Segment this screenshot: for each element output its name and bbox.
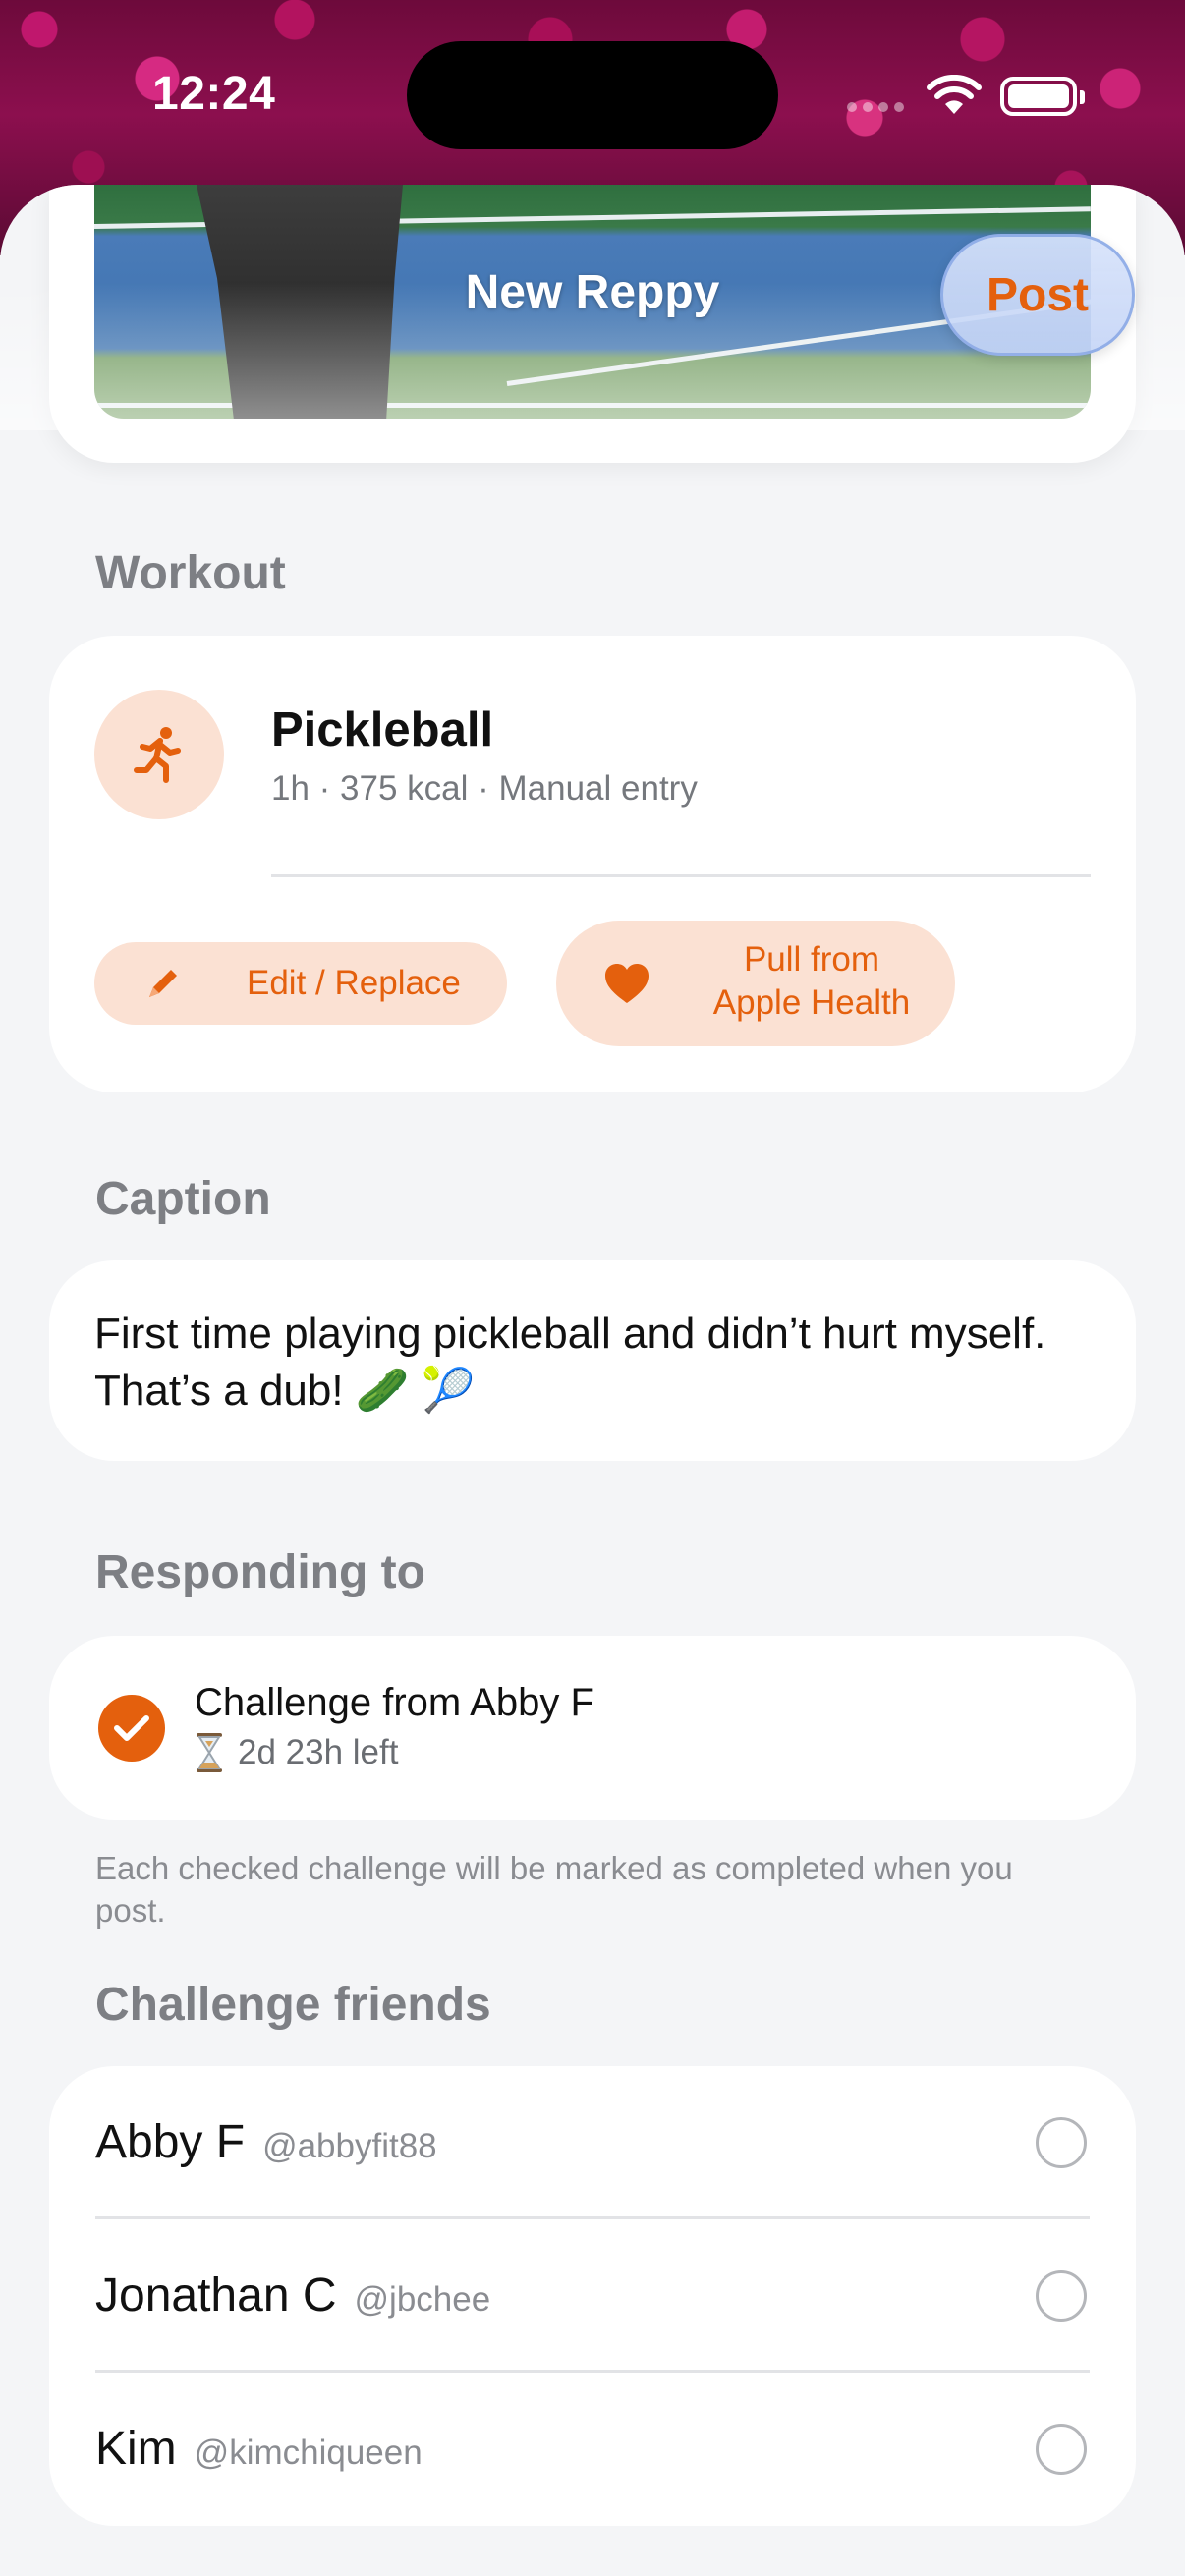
friend-name: Jonathan C (95, 2269, 337, 2322)
workout-name: Pickleball (271, 703, 494, 756)
friend-label: Abby F @abbyfit88 (95, 2115, 437, 2169)
pull-health-label-line2: Apple Health (712, 983, 911, 1022)
friend-row[interactable]: Jonathan C @jbchee (49, 2219, 1136, 2373)
caption-text[interactable]: First time playing pickleball and didn’t… (94, 1306, 1077, 1420)
challenge-title: Challenge from Abby F (195, 1681, 594, 1724)
workout-meta: 1h · 375 kcal · Manual entry (271, 769, 698, 808)
time-left-text: 2d 23h left (238, 1733, 399, 1771)
pull-apple-health-button[interactable]: Pull from Apple Health (556, 921, 955, 1046)
checkmark-icon (114, 1715, 149, 1741)
running-person-icon (134, 727, 181, 783)
friend-name: Kim (95, 2423, 177, 2475)
new-post-sheet: New Reppy Post Workout Pickleball 1h · 3… (0, 185, 1185, 2576)
friend-handle: @kimchiqueen (194, 2434, 423, 2472)
caption-field[interactable]: First time playing pickleball and didn’t… (49, 1260, 1136, 1461)
battery-icon (1000, 77, 1085, 116)
status-time: 12:24 (152, 68, 276, 120)
friend-select-radio[interactable] (1036, 2270, 1087, 2322)
hourglass-icon (197, 1733, 222, 1772)
heart-icon (605, 964, 649, 1003)
challenge-hint: Each checked challenge will be marked as… (95, 1850, 1013, 1929)
friend-handle: @abbyfit88 (262, 2127, 437, 2165)
friend-label: Jonathan C @jbchee (95, 2268, 490, 2323)
friend-row[interactable]: Abby F @abbyfit88 (49, 2066, 1136, 2219)
cellular-signal-icon (847, 102, 906, 112)
friend-select-radio[interactable] (1036, 2424, 1087, 2475)
challenge-time-left: 2d 23h left (195, 1732, 398, 1773)
dynamic-island (407, 41, 778, 149)
friend-handle: @jbchee (354, 2280, 491, 2319)
challenge-response-row[interactable]: Challenge from Abby F 2d 23h left (49, 1636, 1136, 1820)
edit-replace-button[interactable]: Edit / Replace (94, 942, 507, 1025)
friends-list: Abby F @abbyfit88 Jonathan C @jbchee Kim… (49, 2066, 1136, 2526)
section-title-caption: Caption (95, 1173, 271, 1225)
friend-name: Abby F (95, 2116, 246, 2168)
pull-health-label-line1: Pull from (743, 940, 880, 979)
wifi-icon (927, 75, 982, 114)
divider (271, 874, 1091, 877)
post-button[interactable]: Post (940, 234, 1135, 356)
section-title-challenge-friends: Challenge friends (95, 1979, 491, 2031)
friend-label: Kim @kimchiqueen (95, 2422, 423, 2476)
workout-icon-badge (94, 690, 224, 819)
section-title-responding: Responding to (95, 1546, 425, 1598)
pencil-icon (149, 970, 177, 997)
checked-checkbox[interactable] (98, 1695, 165, 1762)
friend-select-radio[interactable] (1036, 2117, 1087, 2168)
edit-replace-label: Edit / Replace (247, 964, 461, 1002)
section-title-workout: Workout (95, 547, 286, 599)
friend-row[interactable]: Kim @kimchiqueen (49, 2373, 1136, 2526)
